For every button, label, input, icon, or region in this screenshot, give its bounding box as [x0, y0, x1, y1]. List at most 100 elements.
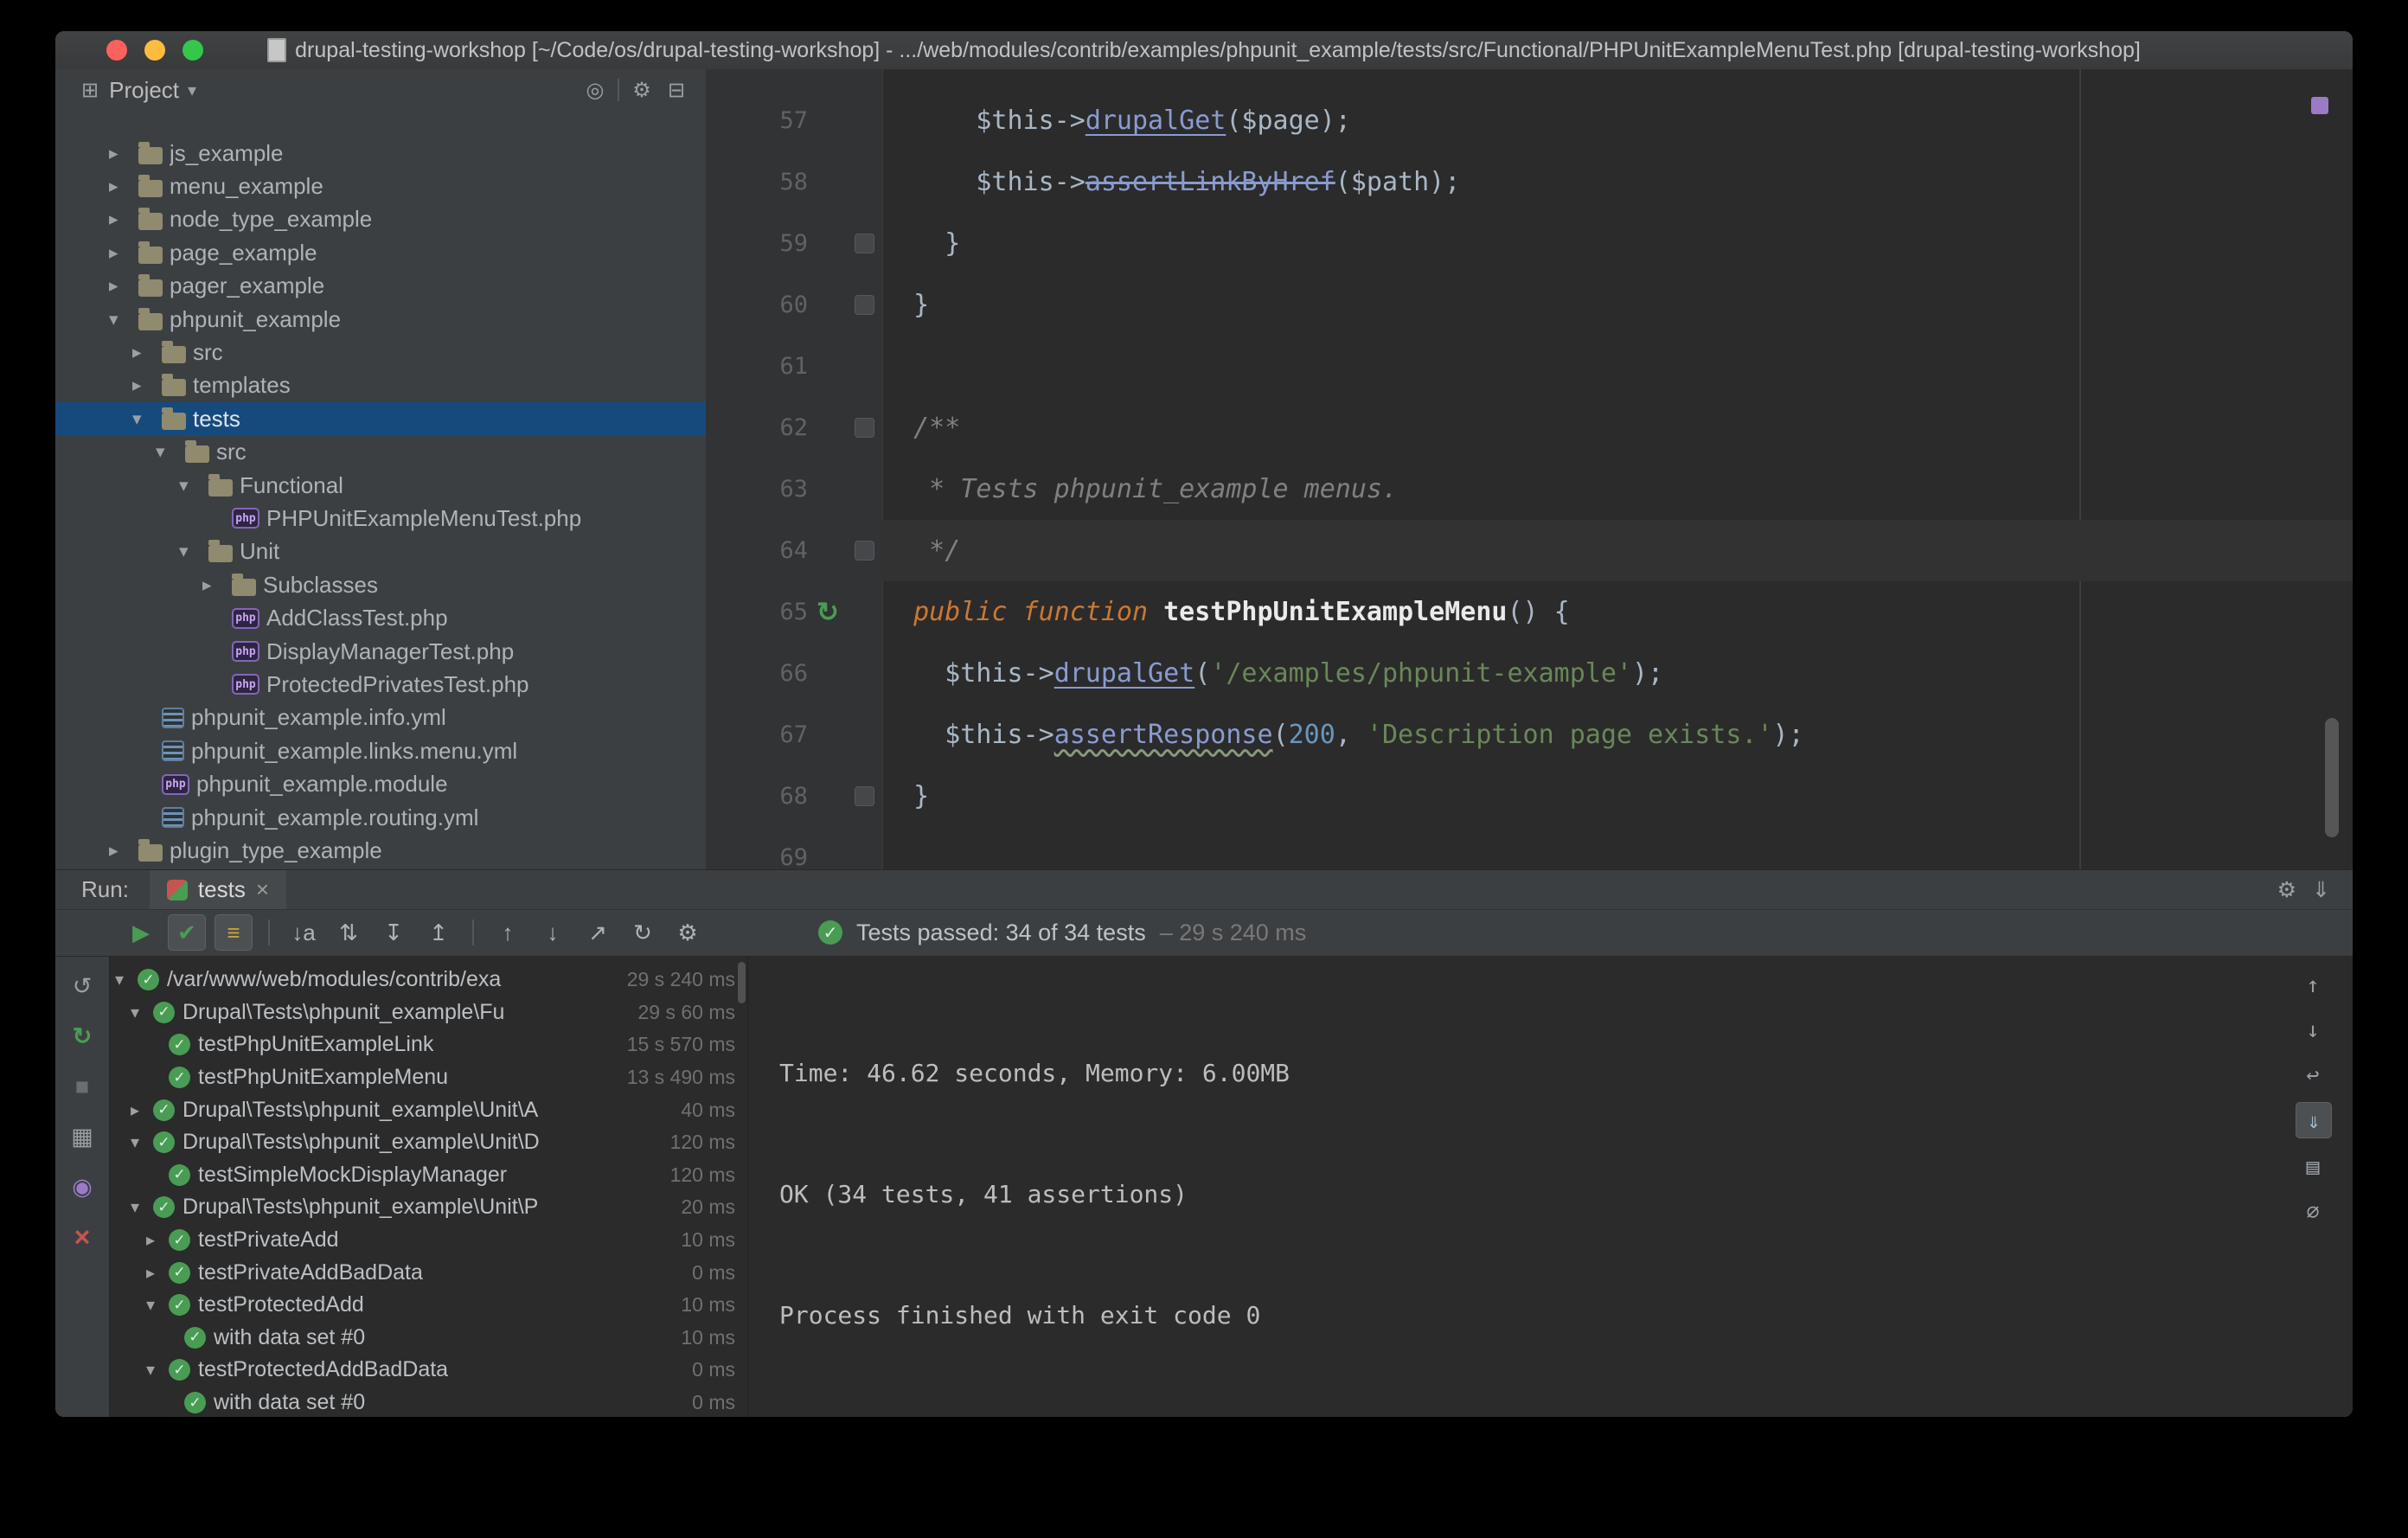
test-tree-item[interactable]: ▾ ✓ Drupal\Tests\phpunit_example\Fu 29 s 60… [110, 996, 747, 1029]
project-tree-item[interactable]: ▸ src [55, 336, 706, 368]
fold-marker-icon[interactable] [846, 418, 882, 438]
close-button[interactable]: × [65, 1220, 99, 1254]
collapse-arrow-icon[interactable]: ▾ [132, 408, 162, 430]
fold-marker-icon[interactable] [846, 541, 882, 561]
sort-by-duration-toggle[interactable]: ⇅ [330, 915, 367, 950]
expand-arrow-icon[interactable]: ▸ [109, 242, 138, 264]
zoom-window-button[interactable] [183, 40, 203, 61]
project-tree-item[interactable]: ▸ Subclasses [55, 568, 706, 601]
project-tree-item[interactable]: ▸ pager_example [55, 270, 706, 303]
rerun-tests-button[interactable]: ▶ [123, 915, 159, 950]
collapse-arrow-icon[interactable]: ▾ [156, 441, 185, 463]
test-tree-item[interactable]: ▾ ✓ /var/www/web/modules/contrib/exa 29 s 2… [110, 964, 747, 996]
minimize-window-button[interactable] [144, 40, 165, 61]
collapse-arrow-icon[interactable]: ▾ [131, 1131, 153, 1153]
chevron-down-icon[interactable]: ▾ [188, 80, 196, 101]
collapse-arrow-icon[interactable]: ▾ [131, 1002, 153, 1023]
test-tree-item[interactable]: ▾ ✓ Drupal\Tests\phpunit_example\Unit\P 20 … [110, 1191, 747, 1224]
test-tree-item[interactable]: ▾ ✓ testProtectedAddBadData 0 ms [110, 1354, 747, 1387]
collapse-arrow-icon[interactable]: ▾ [146, 1359, 169, 1381]
fold-marker-icon[interactable] [846, 295, 882, 315]
project-tree-item[interactable]: ▸ menu_example [55, 170, 706, 202]
test-tree-item[interactable]: ✓ testPhpUnitExampleMenu 13 s 490 ms [110, 1061, 747, 1094]
error-stripe-mark[interactable] [2311, 97, 2328, 114]
project-tree-item[interactable]: php DisplayManagerTest.php [55, 635, 706, 668]
scroll-from-source-button[interactable]: ◎ [578, 74, 612, 106]
show-passed-toggle[interactable]: ✔ [168, 914, 206, 951]
test-tree-item[interactable]: ▾ ✓ testProtectedAdd 10 ms [110, 1289, 747, 1322]
test-tree-item[interactable]: ▸ ✓ testPrivateAddBadData 0 ms [110, 1256, 747, 1289]
hide-panel-button[interactable]: ⇓ [2312, 877, 2330, 903]
expand-all-button[interactable]: ↧ [375, 915, 412, 950]
sort-alphabetically-toggle[interactable]: ↓a [285, 915, 322, 950]
collapse-arrow-icon[interactable]: ▾ [179, 541, 208, 562]
expand-arrow-icon[interactable]: ▸ [109, 275, 138, 297]
collapse-arrow-icon[interactable]: ▾ [131, 1196, 153, 1218]
project-panel-title[interactable]: Project [109, 77, 179, 104]
expand-arrow-icon[interactable]: ▸ [109, 840, 138, 862]
test-tree-item[interactable]: ✓ testPhpUnitExampleLink 15 s 570 ms [110, 1029, 747, 1061]
project-tree-item[interactable]: php PHPUnitExampleMenuTest.php [55, 502, 706, 535]
settings-gear-button[interactable]: ⚙ [669, 915, 706, 950]
settings-gear-button[interactable]: ⚙ [2277, 877, 2296, 903]
next-failed-test-button[interactable]: ↓ [535, 915, 571, 950]
project-tree-item[interactable]: ▸ node_type_example [55, 203, 706, 236]
restore-layout-button[interactable]: ▦ [65, 1119, 99, 1154]
project-tree-item[interactable]: ▸ templates [55, 369, 706, 402]
settings-gear-button[interactable]: ⚙ [624, 74, 659, 106]
rerun-failed-tests-button[interactable]: ↻ [65, 1019, 99, 1054]
scroll-to-end-toggle[interactable]: ⇓ [2296, 1102, 2332, 1138]
project-tree-item[interactable]: ▾ Unit [55, 535, 706, 568]
test-history-button[interactable]: ↻ [624, 915, 661, 950]
project-tree-item[interactable]: phpunit_example.info.yml [55, 702, 706, 734]
up-stack-trace-button[interactable]: ↑ [2296, 967, 2330, 1002]
project-tree-item[interactable]: ▾ phpunit_example [55, 303, 706, 336]
expand-arrow-icon[interactable]: ▸ [109, 143, 138, 164]
project-tree-item[interactable]: ▾ tests [55, 402, 706, 436]
expand-arrow-icon[interactable]: ▸ [146, 1262, 169, 1284]
pin-tab-toggle[interactable]: ◉ [65, 1170, 99, 1204]
project-tree-item[interactable]: ▸ plugin_type_example [55, 834, 706, 867]
close-window-button[interactable] [106, 40, 127, 61]
close-tab-icon[interactable]: × [256, 876, 269, 903]
expand-arrow-icon[interactable]: ▸ [146, 1229, 169, 1251]
soft-wrap-toggle[interactable]: ↩ [2296, 1057, 2330, 1092]
collapse-arrow-icon[interactable]: ▾ [115, 969, 138, 990]
test-tree-item[interactable]: ▸ ✓ testPrivateAdd 10 ms [110, 1224, 747, 1257]
tab-tests[interactable]: tests × [149, 870, 287, 909]
collapse-arrow-icon[interactable]: ▾ [109, 309, 138, 330]
test-tree-item[interactable]: ▾ ✓ Drupal\Tests\phpunit_example\Unit\D 120… [110, 1126, 747, 1159]
expand-arrow-icon[interactable]: ▸ [131, 1099, 153, 1121]
project-tree-item[interactable]: php phpunit_example.module [55, 767, 706, 800]
expand-arrow-icon[interactable]: ▸ [109, 208, 138, 230]
editor-scrollbar-thumb[interactable] [2325, 718, 2339, 837]
test-tree-item[interactable]: ▸ ✓ Drupal\Tests\phpunit_example\Unit\A 40 … [110, 1093, 747, 1126]
project-tree-item[interactable]: phpunit_example.links.menu.yml [55, 734, 706, 767]
fold-marker-icon[interactable] [846, 786, 882, 806]
collapse-arrow-icon[interactable]: ▾ [179, 475, 208, 497]
project-tree-item[interactable]: ▸ page_example [55, 236, 706, 269]
run-test-gutter-icon[interactable]: ↻ [810, 597, 846, 628]
show-ignored-toggle[interactable]: ≡ [215, 914, 253, 951]
expand-arrow-icon[interactable]: ▸ [202, 574, 232, 596]
project-tree-item[interactable]: ▾ Functional [55, 469, 706, 502]
test-tree-item[interactable]: ✓ testSimpleMockDisplayManager 120 ms [110, 1159, 747, 1192]
down-stack-trace-button[interactable]: ↓ [2296, 1012, 2330, 1047]
import-test-results-button[interactable]: ↗ [580, 915, 616, 950]
test-tree-item[interactable]: ✓ with data set #0 0 ms [110, 1387, 747, 1417]
project-tree-item[interactable]: phpunit_example.routing.yml [55, 801, 706, 834]
fold-marker-icon[interactable] [846, 234, 882, 253]
project-tree-item[interactable]: php ProtectedPrivatesTest.php [55, 668, 706, 701]
test-tree-scrollbar-thumb[interactable] [738, 962, 746, 1003]
collapse-all-button[interactable]: ↥ [420, 915, 457, 950]
expand-arrow-icon[interactable]: ▸ [109, 176, 138, 197]
expand-arrow-icon[interactable]: ▸ [132, 375, 162, 396]
print-button[interactable]: ▤ [2296, 1149, 2330, 1183]
hide-panel-button[interactable]: ⊟ [659, 74, 694, 106]
project-tree-item[interactable]: php AddClassTest.php [55, 601, 706, 634]
stop-button[interactable]: ■ [65, 1069, 99, 1104]
rerun-button[interactable]: ↺ [65, 969, 99, 1003]
clear-all-button[interactable]: ∅ [2296, 1194, 2330, 1228]
collapse-arrow-icon[interactable]: ▾ [146, 1294, 169, 1316]
project-tree-item[interactable]: ▸ js_example [55, 137, 706, 170]
